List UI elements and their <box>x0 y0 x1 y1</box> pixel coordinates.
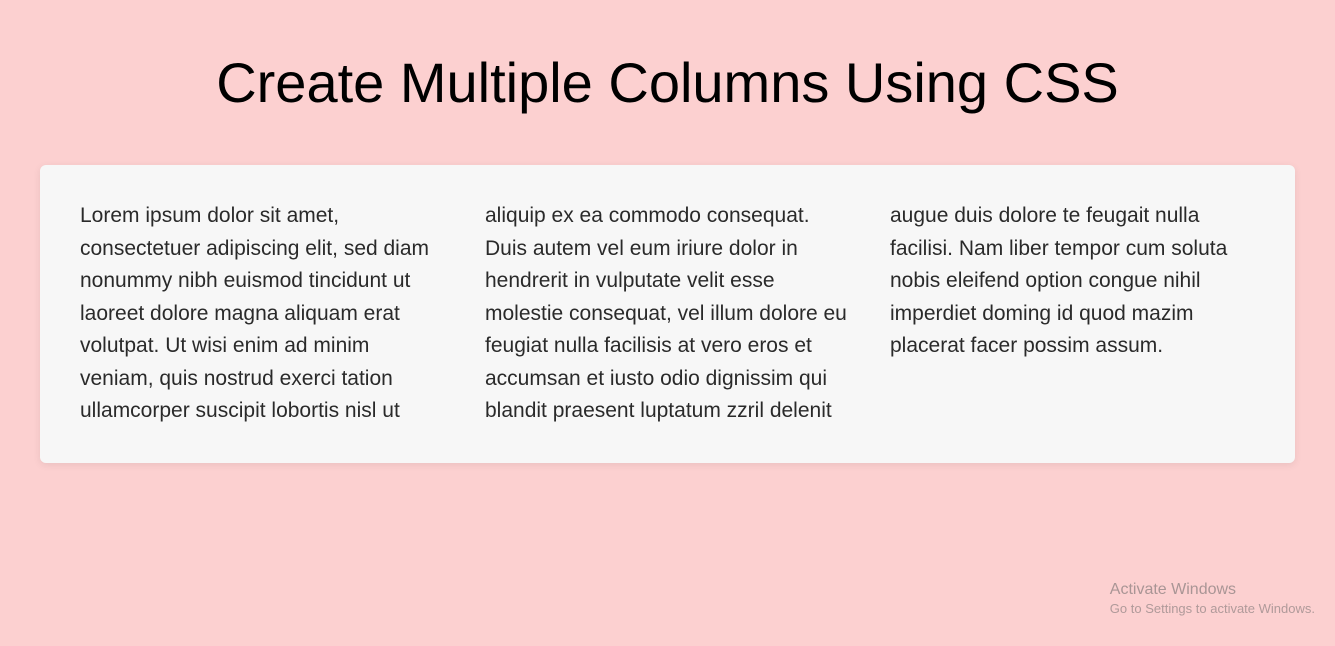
windows-activation-watermark: Activate Windows Go to Settings to activ… <box>1110 580 1315 618</box>
page-heading: Create Multiple Columns Using CSS <box>40 50 1295 115</box>
watermark-subtitle: Go to Settings to activate Windows. <box>1110 601 1315 618</box>
content-box: Lorem ipsum dolor sit amet, consectetuer… <box>40 165 1295 463</box>
body-text: Lorem ipsum dolor sit amet, consectetuer… <box>80 200 1255 428</box>
watermark-title: Activate Windows <box>1110 580 1315 601</box>
